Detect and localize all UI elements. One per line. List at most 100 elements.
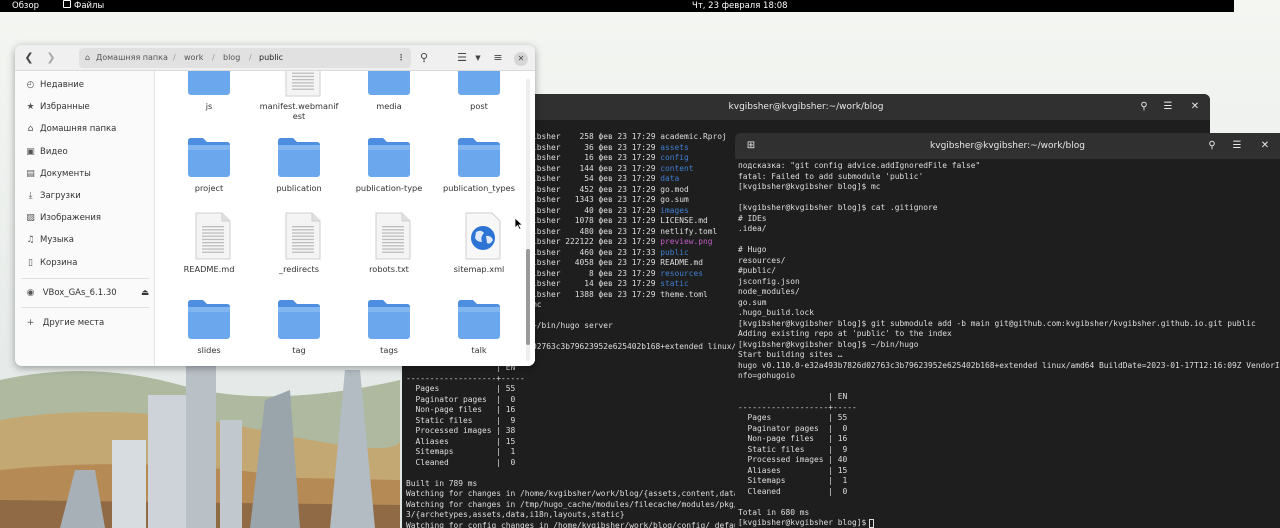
- hamburger-menu-icon[interactable]: ☰: [1227, 136, 1247, 156]
- file-name-label: README.md: [183, 264, 235, 274]
- web-document-icon: [463, 212, 503, 260]
- plus-icon: +: [26, 318, 35, 328]
- file-name-label: publication: [276, 183, 322, 193]
- file-name-label: publication_types: [443, 183, 515, 193]
- clock[interactable]: Чт, 23 февраля 18:08: [692, 0, 788, 12]
- forward-arrow-icon[interactable]: ❯: [41, 48, 61, 68]
- sidebar-item-trash[interactable]: ▯ Корзина: [25, 254, 151, 272]
- sidebar-item-image[interactable]: ▨ Изображения: [25, 209, 151, 227]
- terminal-hint-line: подсказка: "git config advice.addIgnored…: [738, 161, 981, 170]
- text-document-icon: [193, 212, 233, 260]
- file-name-label: _redirects: [279, 264, 319, 274]
- activities-button[interactable]: Обзор: [12, 0, 39, 12]
- file-name-label: robots.txt: [369, 264, 409, 274]
- folder-icon: [456, 71, 502, 97]
- text-document-icon: [373, 212, 413, 260]
- terminal-titlebar: kvgibsher@kvgibsher:~/work/blog: [735, 133, 1280, 159]
- clock-icon: ◴: [26, 80, 35, 90]
- scrollbar-thumb[interactable]: [526, 249, 530, 345]
- terminal-output-commands: mc ~/bin/hugo server 02763c3b79623952e62…: [532, 300, 742, 351]
- terminal-title: kvgibsher@kvgibsher:~/work/blog: [930, 141, 1085, 151]
- files-app-icon: [63, 0, 71, 8]
- file-name-label: post: [470, 101, 488, 111]
- disc-icon: ◉: [26, 288, 35, 298]
- file-manager-window[interactable]: ❮ ❯ ⌂ Домашняя папка / work / blog / pub…: [15, 45, 535, 366]
- sidebar-item-download[interactable]: ⤓ Загрузки: [25, 187, 151, 205]
- sidebar-item-clock[interactable]: ◴ Недавние: [25, 76, 151, 94]
- file-name-label: js: [205, 101, 213, 111]
- sidebar-item-label: Корзина: [40, 257, 78, 268]
- folder-icon: [456, 295, 502, 341]
- sidebar-item-label: Домашняя папка: [40, 124, 117, 135]
- path-menu-icon[interactable]: ⋮: [397, 48, 405, 68]
- sidebar-item-video[interactable]: ▣ Видео: [25, 143, 151, 161]
- file-name-label: project: [194, 183, 224, 193]
- search-icon[interactable]: ⚲: [1134, 97, 1154, 117]
- music-icon: ♫: [26, 235, 35, 246]
- sidebar-item-vbox[interactable]: ◉ VBox_GAs_6.1.30 ⏏: [25, 284, 151, 302]
- close-icon[interactable]: ✕: [1255, 136, 1275, 156]
- back-arrow-icon[interactable]: ❮: [19, 48, 39, 68]
- terminal-line: ibsher 1388 фев 23 17:29 theme.toml: [532, 289, 708, 299]
- hamburger-menu-icon[interactable]: ☰: [1158, 97, 1178, 117]
- terminal-line: ibsher 36 фев 23 17:29 assets: [532, 142, 689, 152]
- sidebar-item-other-locations[interactable]: + Другие места: [25, 314, 151, 332]
- text-document-icon: [283, 71, 323, 97]
- sidebar-item-label: Избранные: [40, 102, 90, 113]
- path-segment-work[interactable]: work: [184, 48, 203, 68]
- folder-icon: [366, 71, 412, 97]
- home-icon: ⌂: [85, 53, 91, 62]
- terminal-output-hugo: | EN -------------------+----- Pages | 5…: [406, 363, 744, 528]
- document-icon: ▤: [26, 168, 35, 179]
- sidebar-item-label: Загрузки: [40, 191, 81, 201]
- path-bar: ⌂ Домашняя папка / work / blog / public …: [79, 48, 411, 68]
- file-name-label: sitemap.xml: [453, 264, 505, 274]
- sidebar-item-label: VBox_GAs_6.1.30: [42, 288, 117, 298]
- folder-icon: [456, 133, 502, 179]
- download-icon: ⤓: [28, 191, 33, 201]
- new-tab-icon[interactable]: ⊞: [741, 136, 761, 156]
- terminal-line: ibsher 14 фев 23 17:29 static: [532, 279, 689, 288]
- terminal-line: ibsher 4058 фев 23 17:29 README.md: [532, 258, 704, 267]
- search-icon[interactable]: ⚲: [414, 48, 434, 68]
- file-name-label: slides: [197, 345, 221, 355]
- terminal-line: ibsher 480 фев 23 17:29 netlify.toml: [532, 226, 718, 236]
- sidebar-item-label: Музыка: [40, 235, 74, 246]
- sidebar-item-document[interactable]: ▤ Документы: [25, 165, 151, 183]
- text-document-icon: [283, 212, 323, 260]
- terminal-line: ibsher 460 фев 23 17:33 public: [532, 247, 689, 257]
- close-icon[interactable]: ✕: [1185, 97, 1205, 117]
- file-name-label: talk: [471, 345, 487, 355]
- image-icon: ▨: [26, 213, 35, 224]
- path-segment-public[interactable]: public: [259, 48, 283, 68]
- folder-icon: [366, 133, 412, 179]
- terminal-cursor: [869, 519, 874, 528]
- terminal-line: ibsher 222122 фев 23 17:29 preview.png: [532, 237, 713, 246]
- chevron-down-icon[interactable]: ▼: [468, 48, 488, 68]
- eject-icon[interactable]: ⏏: [141, 284, 149, 302]
- file-name-label: manifest.webmanif est: [259, 101, 339, 121]
- path-segment-blog[interactable]: blog: [223, 48, 240, 68]
- terminal-line: ibsher 144 фев 23 17:29 content: [532, 163, 694, 173]
- file-name-label: tags: [380, 345, 398, 355]
- folder-icon: [186, 295, 232, 341]
- sidebar-item-home[interactable]: ⌂ Домашняя папка: [25, 120, 151, 138]
- video-icon: ▣: [26, 146, 35, 157]
- sidebar-item-music[interactable]: ♫ Музыка: [25, 231, 151, 249]
- terminal-line: ibsher 16 фев 23 17:29 config: [532, 153, 689, 162]
- path-segment-home[interactable]: Домашняя папка: [96, 48, 168, 68]
- close-icon[interactable]: ✕: [511, 48, 531, 68]
- mouse-pointer-icon: [515, 218, 523, 230]
- hamburger-menu-icon[interactable]: ≡: [488, 48, 508, 68]
- sidebar-item-star[interactable]: ★ Избранные: [25, 98, 151, 116]
- terminal-line: ibsher 258 фев 23 17:29 academic.Rproj: [532, 132, 727, 141]
- terminal-output-listing: ibsher 258 фев 23 17:29 academic.Rproj ib…: [532, 132, 727, 300]
- terminal-line: ibsher 1078 фев 23 17:29 LICENSE.md: [532, 216, 708, 225]
- trash-icon: ▯: [28, 257, 33, 268]
- sidebar-item-label: Документы: [40, 168, 91, 179]
- sidebar-item-label: Изображения: [40, 213, 102, 224]
- terminal-line: ibsher 8 фев 23 17:29 resources: [532, 268, 704, 278]
- app-menu-files[interactable]: Файлы: [74, 0, 104, 12]
- terminal-window-front[interactable]: kvgibsher@kvgibsher:~/work/blog ⊞ ⚲ ☰ ✕ …: [735, 133, 1280, 528]
- search-icon[interactable]: ⚲: [1202, 136, 1222, 156]
